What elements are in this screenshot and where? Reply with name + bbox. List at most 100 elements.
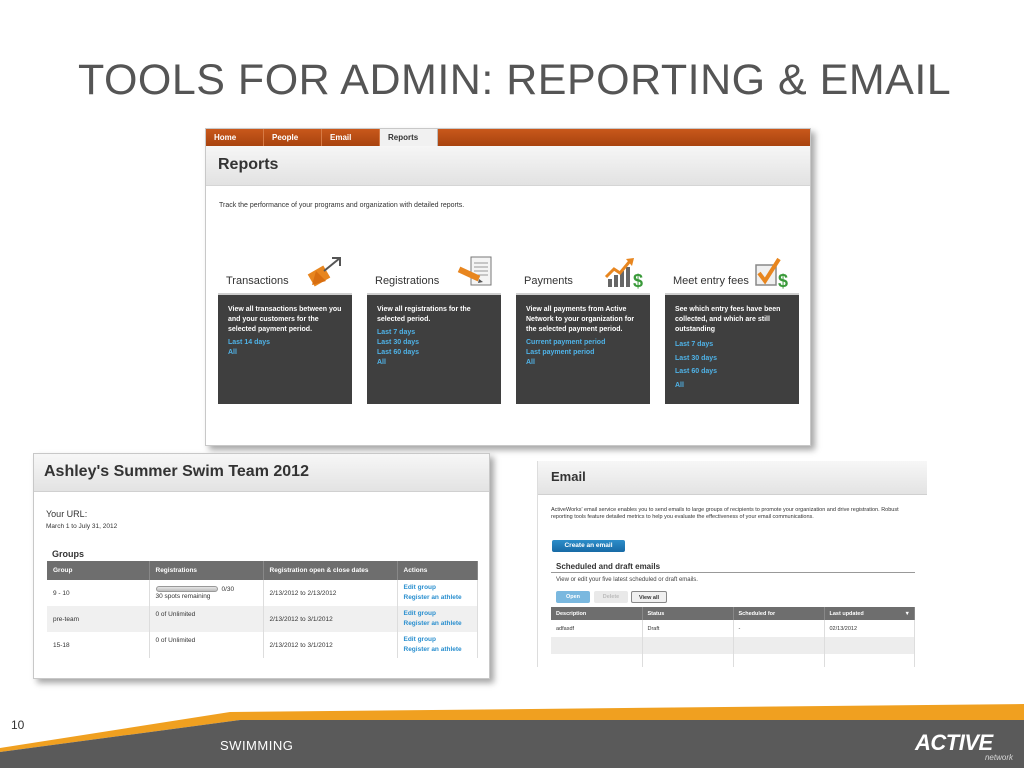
column-header: Registration open & close dates xyxy=(263,561,398,580)
edit-group-link[interactable]: Edit group xyxy=(404,635,478,645)
table-row[interactable]: adfasdf Draft - 02/13/2012 xyxy=(551,620,915,637)
empty-row xyxy=(551,654,915,667)
card-description: View all transactions between you and yo… xyxy=(228,306,342,333)
email-description: ActiveWorks' email service enables you t… xyxy=(551,507,899,520)
emails-table: Description Status Scheduled for Last up… xyxy=(551,607,915,667)
link-last-7-days[interactable]: Last 7 days xyxy=(377,328,491,338)
url-label: Your URL: xyxy=(46,509,88,519)
tab-email[interactable]: Email xyxy=(322,129,380,146)
edit-group-link[interactable]: Edit group xyxy=(404,583,478,593)
register-athlete-link[interactable]: Register an athlete xyxy=(404,619,478,629)
link-all[interactable]: All xyxy=(675,379,789,393)
groups-heading: Groups xyxy=(52,549,85,559)
table-row: pre-team 0 of Unlimited 2/13/2012 to 3/1… xyxy=(47,606,478,632)
card-registrations: Registrations View all registrations for… xyxy=(367,249,501,404)
column-header: Registrations xyxy=(149,561,264,580)
tab-reports[interactable]: Reports xyxy=(380,129,438,146)
email-scheduled-cell: - xyxy=(733,620,825,637)
column-header[interactable]: Description xyxy=(551,607,643,620)
actions-cell: Edit group Register an athlete xyxy=(397,632,478,658)
group-name: pre-team xyxy=(47,606,150,632)
active-network-logo: ACTIVE network xyxy=(915,730,1015,764)
column-header[interactable]: Last updated ▼ xyxy=(824,607,915,620)
registrations-count: 0/30 xyxy=(221,586,235,593)
empty-row xyxy=(551,637,915,654)
reports-window: Home People Email Reports Reports Track … xyxy=(205,128,811,446)
card-title: Meet entry fees xyxy=(673,275,749,287)
group-name: 15-18 xyxy=(47,632,150,658)
email-status-cell: Draft xyxy=(642,620,734,637)
groups-table: Group Registrations Registration open & … xyxy=(47,561,478,658)
swim-team-window: Ashley's Summer Swim Team 2012 Your URL:… xyxy=(33,453,490,679)
card-header: Registrations xyxy=(367,249,501,295)
registrations-count: 0 of Unlimited xyxy=(149,606,264,632)
email-updated-cell: 02/13/2012 xyxy=(824,620,915,637)
card-title: Transactions xyxy=(226,275,289,287)
link-current-payment-period[interactable]: Current payment period xyxy=(526,338,640,348)
logo-subtext: network xyxy=(984,753,1013,762)
svg-text:$: $ xyxy=(778,271,788,289)
link-last-30-days[interactable]: Last 30 days xyxy=(675,352,789,366)
spots-remaining: 30 spots remaining xyxy=(155,593,211,600)
svg-text:$: $ xyxy=(633,271,643,289)
card-description: See which entry fees have been collected… xyxy=(675,306,781,333)
column-header: Actions xyxy=(397,561,478,580)
email-window: Email ActiveWorks' email service enables… xyxy=(537,461,927,667)
link-all[interactable]: All xyxy=(526,358,640,368)
growth-chart-dollar-icon: $ xyxy=(604,258,643,289)
slide-title: TOOLS FOR ADMIN: REPORTING & EMAIL xyxy=(78,56,952,104)
document-pencil-icon xyxy=(457,256,492,286)
tab-people[interactable]: People xyxy=(264,129,322,146)
open-button[interactable]: Open xyxy=(556,591,590,603)
card-title: Registrations xyxy=(375,275,440,287)
arrows-icon xyxy=(307,257,341,287)
view-all-button[interactable]: View all xyxy=(631,591,667,603)
table-header-row: Description Status Scheduled for Last up… xyxy=(551,607,915,620)
group-name: 9 - 10 xyxy=(47,580,150,606)
register-athlete-link[interactable]: Register an athlete xyxy=(404,645,478,655)
progress-bar xyxy=(155,586,218,593)
registrations-count: 0 of Unlimited xyxy=(149,632,264,658)
link-all[interactable]: All xyxy=(377,358,491,368)
column-header[interactable]: Scheduled for xyxy=(733,607,825,620)
date-cell: 2/13/2012 to 2/13/2012 xyxy=(263,580,398,606)
column-header[interactable]: Status xyxy=(642,607,734,620)
tab-home[interactable]: Home xyxy=(206,129,264,146)
slide-number: 10 xyxy=(11,718,25,732)
actions-cell: Edit group Register an athlete xyxy=(397,606,478,632)
top-nav: Home People Email Reports xyxy=(206,129,810,146)
footer-label: SWIMMING xyxy=(220,738,294,753)
card-body: See which entry fees have been collected… xyxy=(665,295,799,404)
card-description: View all registrations for the selected … xyxy=(377,306,471,323)
scheduled-heading: Scheduled and draft emails xyxy=(556,562,661,571)
column-header: Group xyxy=(47,561,150,580)
link-last-60-days[interactable]: Last 60 days xyxy=(675,365,789,379)
edit-group-link[interactable]: Edit group xyxy=(404,609,478,619)
actions-cell: Edit group Register an athlete xyxy=(397,580,478,606)
card-payments: Payments $ View all payments from Active… xyxy=(516,249,650,404)
report-cards: Transactions View all transactions betwe… xyxy=(218,249,799,404)
card-description: View all payments from Active Network to… xyxy=(526,306,635,333)
card-transactions: Transactions View all transactions betwe… xyxy=(218,249,352,404)
page-title: Ashley's Summer Swim Team 2012 xyxy=(34,454,489,492)
card-title: Payments xyxy=(524,275,573,287)
scheduled-subtext: View or edit your five latest scheduled … xyxy=(556,577,698,583)
delete-button[interactable]: Delete xyxy=(594,591,628,603)
page-title: Reports xyxy=(206,146,810,186)
sort-down-icon[interactable]: ▼ xyxy=(905,611,910,617)
link-all[interactable]: All xyxy=(228,348,342,358)
card-header: Payments $ xyxy=(516,249,650,295)
link-last-payment-period[interactable]: Last payment period xyxy=(526,348,640,358)
link-last-60-days[interactable]: Last 60 days xyxy=(377,348,491,358)
table-row: 15-18 0 of Unlimited 2/13/2012 to 3/1/20… xyxy=(47,632,478,658)
register-athlete-link[interactable]: Register an athlete xyxy=(404,593,478,603)
link-last-7-days[interactable]: Last 7 days xyxy=(675,338,789,352)
logo-text: ACTIVE xyxy=(915,730,993,755)
date-cell: 2/13/2012 to 3/1/2012 xyxy=(263,606,398,632)
link-last-14-days[interactable]: Last 14 days xyxy=(228,338,342,348)
link-last-30-days[interactable]: Last 30 days xyxy=(377,338,491,348)
reports-description: Track the performance of your programs a… xyxy=(219,202,465,209)
card-header: Transactions xyxy=(218,249,352,295)
create-email-button[interactable]: Create an email xyxy=(552,540,625,552)
card-body: View all transactions between you and yo… xyxy=(218,295,352,404)
